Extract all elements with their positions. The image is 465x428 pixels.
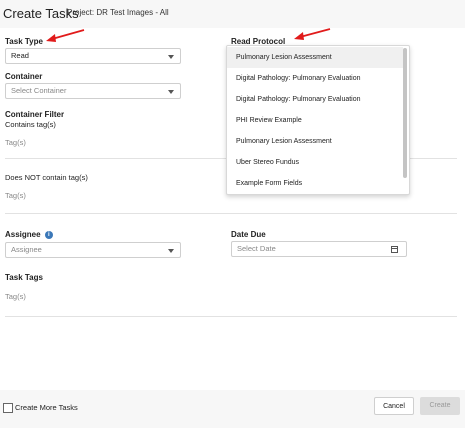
not-contains-tags-label: Does NOT contain tag(s) xyxy=(5,173,88,182)
divider xyxy=(5,316,457,317)
annotation-arrowhead xyxy=(294,32,304,40)
chevron-down-icon xyxy=(168,90,174,94)
annotation-arrows xyxy=(46,28,331,42)
create-more-checkbox[interactable] xyxy=(3,403,13,413)
assignee-label: Assignee xyxy=(5,230,41,239)
create-more-label: Create More Tasks xyxy=(15,403,78,412)
create-button[interactable]: Create xyxy=(420,397,460,415)
annotation-arrow-read-protocol xyxy=(299,28,331,38)
read-protocol-dropdown[interactable]: Pulmonary Lesion Assessment Digital Path… xyxy=(226,45,410,195)
container-placeholder: Select Container xyxy=(11,86,67,95)
contains-tags-label: Contains tag(s) xyxy=(5,120,56,129)
task-tags-input[interactable]: Tag(s) xyxy=(5,292,455,304)
dropdown-scrollbar[interactable] xyxy=(403,48,407,178)
container-filter-label: Container Filter xyxy=(5,110,65,119)
date-due-input[interactable]: Select Date xyxy=(231,241,407,257)
calendar-icon[interactable] xyxy=(391,246,398,253)
task-tags-label: Task Tags xyxy=(5,273,43,282)
divider xyxy=(5,213,457,214)
container-label: Container xyxy=(5,72,43,81)
assignee-placeholder: Assignee xyxy=(11,245,42,254)
date-due-label: Date Due xyxy=(231,230,266,239)
info-icon[interactable]: i xyxy=(44,231,53,239)
protocol-option[interactable]: Example Form Fields xyxy=(227,173,403,194)
cancel-button[interactable]: Cancel xyxy=(374,397,414,415)
protocol-option[interactable]: PHI Review Example xyxy=(227,110,403,131)
container-select[interactable]: Select Container xyxy=(5,83,181,99)
annotation-arrowhead xyxy=(46,34,56,42)
protocol-option[interactable]: Uber Stereo Fundus xyxy=(227,152,403,173)
assignee-select[interactable]: Assignee xyxy=(5,242,181,258)
protocol-option[interactable]: Digital Pathology: Pulmonary Evaluation xyxy=(227,89,403,110)
annotation-arrow-task-type xyxy=(51,29,85,40)
protocol-option[interactable]: Digital Pathology: Pulmonary Evaluation xyxy=(227,68,403,89)
chevron-down-icon xyxy=(168,249,174,253)
date-due-placeholder: Select Date xyxy=(237,244,276,253)
assignee-label-wrap: Assignee i xyxy=(5,230,53,239)
protocol-option[interactable]: Pulmonary Lesion Assessment xyxy=(227,131,403,152)
